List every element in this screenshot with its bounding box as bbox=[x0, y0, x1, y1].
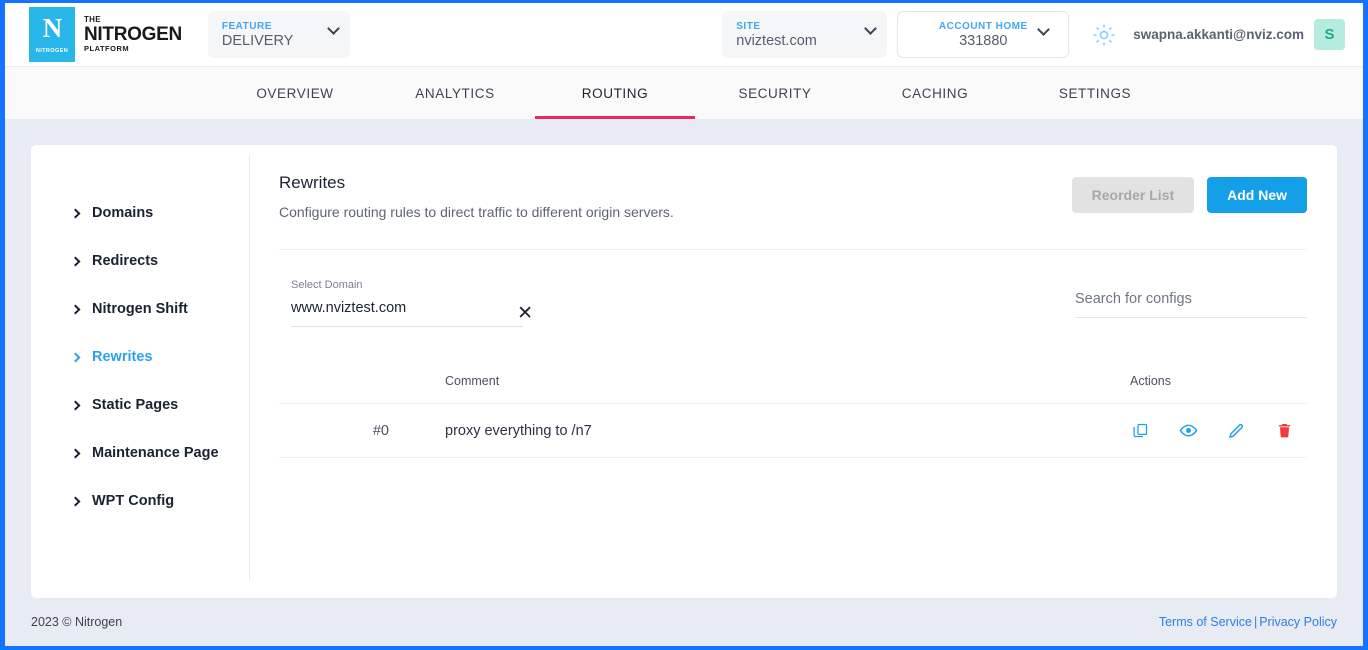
sidebar-item-label: Rewrites bbox=[92, 349, 152, 365]
sidebar-item-maintenance-page[interactable]: Maintenance Page bbox=[31, 429, 249, 477]
domain-field-value: www.nviztest.com bbox=[291, 300, 523, 327]
sidebar-item-label: Domains bbox=[92, 205, 153, 221]
account-selector-label: ACCOUNT HOME bbox=[912, 21, 1054, 32]
tab-analytics-label: ANALYTICS bbox=[415, 86, 494, 101]
chevron-right-icon bbox=[71, 400, 81, 410]
header-right-group: SITE nviztest.com ACCOUNT HOME 331880 sw… bbox=[722, 11, 1345, 58]
terms-of-service-link[interactable]: Terms of Service bbox=[1159, 615, 1252, 629]
row-actions bbox=[1112, 421, 1307, 441]
filter-row: Select Domain www.nviztest.com ✕ bbox=[279, 250, 1307, 327]
row-index: #0 bbox=[279, 423, 397, 439]
sidebar-item-label: Nitrogen Shift bbox=[92, 301, 188, 317]
logo-superscript: 7 bbox=[77, 3, 84, 17]
gear-icon[interactable] bbox=[1091, 22, 1117, 48]
tab-caching[interactable]: CACHING bbox=[855, 67, 1015, 119]
content-header: Rewrites Configure routing rules to dire… bbox=[279, 173, 1307, 220]
tab-security[interactable]: SECURITY bbox=[695, 67, 855, 119]
privacy-policy-link[interactable]: Privacy Policy bbox=[1259, 615, 1337, 629]
table-header-comment: Comment bbox=[397, 374, 1112, 388]
sidebar-item-label: Static Pages bbox=[92, 397, 178, 413]
sidebar-item-label: WPT Config bbox=[92, 493, 174, 509]
page-subtitle: Configure routing rules to direct traffi… bbox=[279, 204, 1072, 220]
footer-links: Terms of Service|Privacy Policy bbox=[1159, 615, 1337, 629]
site-selector-value: nviztest.com bbox=[736, 33, 873, 49]
page-body: Domains Redirects Nitrogen Shift Rewrite… bbox=[5, 119, 1363, 598]
sidebar-item-static-pages[interactable]: Static Pages bbox=[31, 381, 249, 429]
rewrites-table: Comment Actions #0 proxy everything to /… bbox=[279, 359, 1307, 458]
title-group: Rewrites Configure routing rules to dire… bbox=[279, 173, 1072, 220]
view-icon[interactable] bbox=[1178, 421, 1198, 441]
user-email: swapna.akkanti@nviz.com bbox=[1133, 27, 1304, 42]
tab-overview-label: OVERVIEW bbox=[256, 86, 333, 101]
tab-security-label: SECURITY bbox=[738, 86, 811, 101]
chevron-right-icon bbox=[71, 352, 81, 362]
header-actions: Reorder List Add New bbox=[1072, 173, 1307, 213]
main-content: Rewrites Configure routing rules to dire… bbox=[250, 145, 1337, 598]
page-title: Rewrites bbox=[279, 173, 1072, 193]
table-header-row: Comment Actions bbox=[279, 359, 1307, 403]
feature-selector[interactable]: FEATURE DELIVERY bbox=[208, 11, 350, 58]
edit-icon[interactable] bbox=[1226, 421, 1246, 441]
sidebar-item-domains[interactable]: Domains bbox=[31, 189, 249, 237]
sidebar-item-wpt-config[interactable]: WPT Config bbox=[31, 477, 249, 525]
app-header: N 7 NITROGEN THE NITROGEN PLATFORM FEATU… bbox=[5, 3, 1363, 66]
delete-icon[interactable] bbox=[1274, 421, 1294, 441]
table-header-actions: Actions bbox=[1112, 374, 1307, 388]
feature-selector-value: DELIVERY bbox=[222, 33, 336, 49]
nitrogen-logo-icon: N 7 NITROGEN bbox=[29, 7, 75, 62]
chevron-right-icon bbox=[71, 304, 81, 314]
brand-wordmark: THE NITROGEN PLATFORM bbox=[84, 16, 182, 52]
row-comment: proxy everything to /n7 bbox=[397, 423, 1112, 439]
wordmark-platform: PLATFORM bbox=[84, 45, 182, 53]
tab-settings-label: SETTINGS bbox=[1059, 86, 1131, 101]
feature-selector-label: FEATURE bbox=[222, 21, 336, 32]
clear-icon[interactable]: ✕ bbox=[517, 304, 533, 323]
tab-routing[interactable]: ROUTING bbox=[535, 67, 695, 119]
sidebar-item-nitrogen-shift[interactable]: Nitrogen Shift bbox=[31, 285, 249, 333]
add-new-button[interactable]: Add New bbox=[1207, 177, 1307, 213]
tab-settings[interactable]: SETTINGS bbox=[1015, 67, 1175, 119]
domain-selector-field[interactable]: Select Domain www.nviztest.com ✕ bbox=[291, 279, 523, 327]
account-selector[interactable]: ACCOUNT HOME 331880 bbox=[897, 11, 1069, 58]
sidebar-item-label: Redirects bbox=[92, 253, 158, 269]
sidebar-item-rewrites[interactable]: Rewrites bbox=[31, 333, 249, 381]
avatar[interactable]: S bbox=[1314, 19, 1345, 50]
chevron-right-icon bbox=[71, 448, 81, 458]
tab-analytics[interactable]: ANALYTICS bbox=[375, 67, 535, 119]
chevron-right-icon bbox=[71, 496, 81, 506]
footer-separator: | bbox=[1254, 615, 1257, 629]
table-header-actions-label: Actions bbox=[1112, 374, 1171, 388]
tab-overview[interactable]: OVERVIEW bbox=[215, 67, 375, 119]
search-input[interactable] bbox=[1075, 291, 1307, 318]
search-field bbox=[1075, 279, 1307, 318]
logo-caption: NITROGEN bbox=[36, 48, 68, 54]
logo-letter: N bbox=[43, 15, 62, 42]
site-selector[interactable]: SITE nviztest.com bbox=[722, 11, 887, 58]
settings-sidebar: Domains Redirects Nitrogen Shift Rewrite… bbox=[31, 155, 250, 580]
chevron-right-icon bbox=[71, 208, 81, 218]
app-footer: 2023 © Nitrogen Terms of Service|Privacy… bbox=[5, 598, 1363, 646]
account-selector-value: 331880 bbox=[912, 33, 1054, 49]
reorder-list-button[interactable]: Reorder List bbox=[1072, 177, 1194, 213]
tab-caching-label: CACHING bbox=[902, 86, 968, 101]
copy-icon[interactable] bbox=[1130, 421, 1150, 441]
wordmark-name: NITROGEN bbox=[84, 25, 182, 45]
content-card: Domains Redirects Nitrogen Shift Rewrite… bbox=[31, 145, 1337, 598]
sidebar-item-label: Maintenance Page bbox=[92, 445, 219, 461]
brand-logo[interactable]: N 7 NITROGEN THE NITROGEN PLATFORM bbox=[29, 7, 182, 62]
chevron-right-icon bbox=[71, 256, 81, 266]
table-row: #0 proxy everything to /n7 bbox=[279, 403, 1307, 458]
domain-field-label: Select Domain bbox=[291, 279, 523, 291]
copyright-text: 2023 © Nitrogen bbox=[31, 615, 122, 629]
site-selector-label: SITE bbox=[736, 21, 873, 32]
main-navigation: OVERVIEW ANALYTICS ROUTING SECURITY CACH… bbox=[5, 66, 1363, 119]
tab-routing-label: ROUTING bbox=[582, 86, 648, 101]
sidebar-item-redirects[interactable]: Redirects bbox=[31, 237, 249, 285]
